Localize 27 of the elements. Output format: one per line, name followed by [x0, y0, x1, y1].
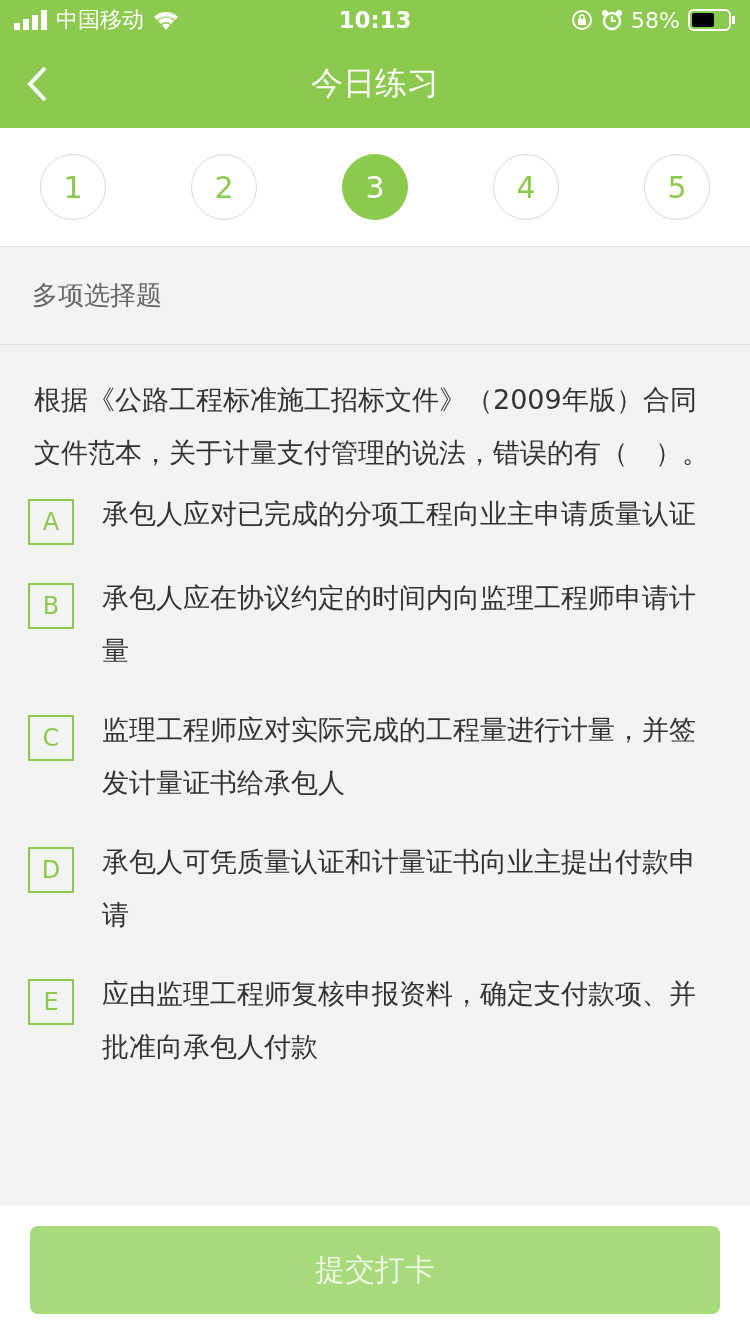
clock-time: 10:13: [338, 7, 412, 33]
option-letter[interactable]: D: [28, 847, 74, 893]
alarm-clock-icon: [601, 9, 624, 31]
option-text[interactable]: 承包人可凭质量认证和计量证书向业主提出付款申请: [102, 835, 722, 941]
question-text: 根据《公路工程标准施工招标文件》（2009年版）合同文件范本，关于计量支付管理的说法，错误的有（ ）。: [34, 383, 710, 470]
option-letter[interactable]: E: [28, 979, 74, 1025]
question-number[interactable]: 5: [644, 154, 710, 220]
battery-icon: [688, 9, 736, 31]
rotation-lock-icon: [571, 9, 594, 31]
option-text[interactable]: 监理工程师应对实际完成的工程量进行计量，并签发计量证书给承包人: [102, 703, 722, 809]
option-letter[interactable]: A: [28, 499, 74, 545]
option-text[interactable]: 承包人应对已完成的分项工程向业主申请质量认证: [102, 487, 696, 545]
question-number[interactable]: 1: [40, 154, 106, 220]
carrier-name: 中国移动: [56, 6, 144, 34]
wifi-icon: [152, 10, 180, 30]
page-title: 今日练习: [311, 63, 439, 104]
option-text[interactable]: 应由监理工程师复核申报资料，确定支付款项、并批准向承包人付款: [102, 967, 722, 1073]
option-letter[interactable]: B: [28, 583, 74, 629]
question-number[interactable]: 2: [191, 154, 257, 220]
question-number[interactable]: 3: [342, 154, 408, 220]
signal-icon: [14, 10, 48, 30]
back-icon[interactable]: [26, 66, 48, 102]
battery-percent: 58%: [631, 7, 680, 33]
question-number[interactable]: 4: [493, 154, 559, 220]
option-letter[interactable]: C: [28, 715, 74, 761]
option-text[interactable]: 承包人应在协议约定的时间内向监理工程师申请计量: [102, 571, 722, 677]
question-type: 多项选择题: [32, 279, 162, 312]
